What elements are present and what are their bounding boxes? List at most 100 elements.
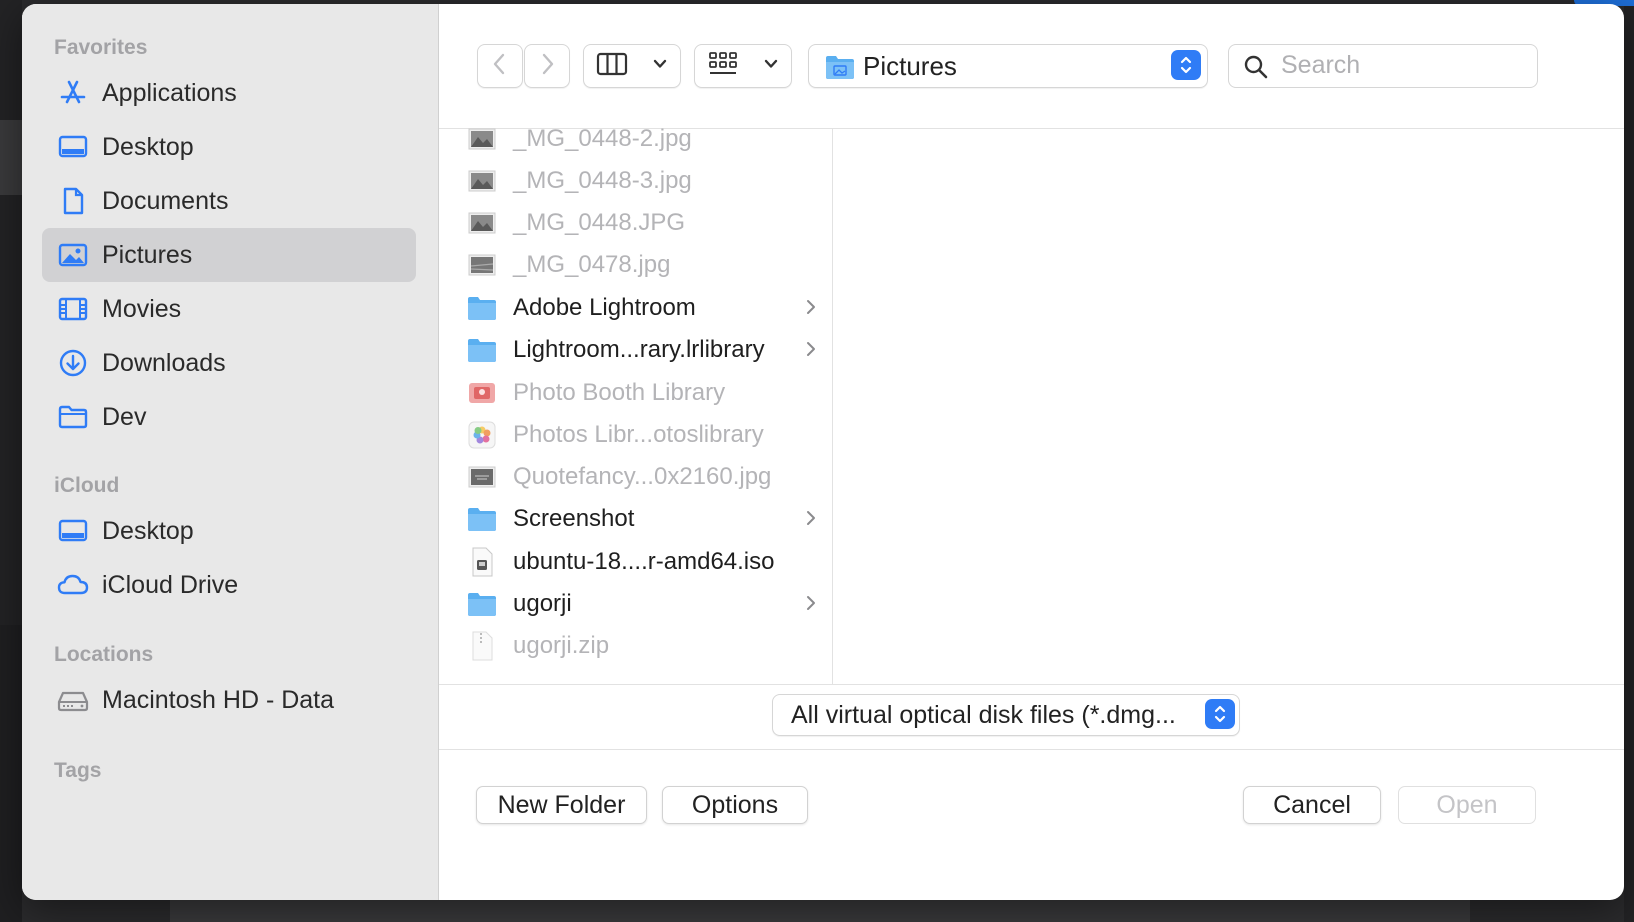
new-folder-button[interactable]: New Folder — [476, 786, 647, 824]
sidebar-item-label: Macintosh HD - Data — [102, 685, 335, 714]
current-folder-label: Pictures — [863, 51, 957, 81]
view-mode-button[interactable] — [583, 44, 681, 88]
file-row[interactable]: _MG_0478.jpg — [467, 244, 817, 286]
desktop-icon — [56, 514, 90, 548]
file-name: Photos Libr...otoslibrary — [513, 421, 764, 448]
sidebar-item-documents[interactable]: Documents — [42, 174, 416, 228]
file-name: ugorji.zip — [513, 632, 610, 659]
file-type-filter-bar: All virtual optical disk files (*.dmg... — [439, 684, 1624, 750]
chevron-right-icon — [805, 340, 817, 363]
file-row-folder[interactable]: ugorji — [467, 583, 817, 625]
chevron-left-icon — [490, 51, 510, 82]
image-file-icon — [467, 250, 497, 280]
sidebar-item-icloud-desktop[interactable]: Desktop — [42, 504, 416, 558]
sidebar-item-movies[interactable]: Movies — [42, 282, 416, 336]
folder-icon — [467, 589, 497, 619]
file-row[interactable]: Photo Booth Library — [467, 372, 817, 414]
sidebar-item-dev[interactable]: Dev — [42, 390, 416, 444]
file-row[interactable]: Photos Libr...otoslibrary — [467, 414, 817, 456]
file-name: _MG_0478.jpg — [513, 251, 671, 278]
film-icon — [56, 292, 90, 326]
back-button[interactable] — [477, 44, 523, 88]
locations-heading: Locations — [54, 643, 154, 666]
file-name: Adobe Lightroom — [513, 294, 696, 321]
chevron-right-icon — [805, 594, 817, 617]
file-name: ubuntu-18....r-amd64.iso — [513, 548, 775, 575]
file-column: _MG_0448-2.jpg _MG_0448-3.jpg _MG_0448.J… — [439, 128, 833, 684]
sidebar-item-label: Applications — [102, 78, 237, 107]
sidebar-item-label: Pictures — [102, 240, 193, 269]
location-popup[interactable]: Pictures — [808, 44, 1208, 88]
image-file-icon — [467, 128, 497, 154]
file-row[interactable]: _MG_0448-3.jpg — [467, 160, 817, 202]
forward-button[interactable] — [524, 44, 570, 88]
desktop-icon — [56, 130, 90, 164]
photo-booth-icon — [467, 378, 497, 408]
chevron-right-icon — [805, 509, 817, 532]
folder-icon — [467, 335, 497, 365]
cancel-button[interactable]: Cancel — [1243, 786, 1381, 824]
file-type-label: All virtual optical disk files (*.dmg... — [791, 701, 1176, 729]
search-field[interactable]: Search — [1228, 44, 1538, 88]
file-row[interactable]: Quotefancy...0x2160.jpg — [467, 456, 817, 498]
favorites-heading: Favorites — [54, 36, 148, 59]
popup-stepper-icon — [1205, 699, 1235, 729]
document-icon — [56, 184, 90, 218]
toolbar: Pictures Search — [439, 4, 1624, 129]
icloud-heading: iCloud — [54, 474, 120, 497]
file-row-folder[interactable]: Adobe Lightroom — [467, 287, 817, 329]
sidebar-item-label: iCloud Drive — [102, 570, 239, 599]
sidebar-item-applications[interactable]: Applications — [42, 66, 416, 120]
file-row-folder[interactable]: Screenshot — [467, 498, 817, 540]
folder-icon — [56, 400, 90, 434]
sidebar-item-downloads[interactable]: Downloads — [42, 336, 416, 390]
file-row-folder[interactable]: Lightroom...rary.lrlibrary — [467, 329, 817, 371]
sidebar-item-label: Desktop — [102, 132, 194, 161]
sidebar-item-desktop[interactable]: Desktop — [42, 120, 416, 174]
file-name: Lightroom...rary.lrlibrary — [513, 336, 765, 363]
sidebar: Favorites Applications Desktop Documents… — [22, 4, 439, 900]
pictures-folder-icon — [825, 54, 855, 85]
main-pane: Pictures Search _MG_0448-2.jpg _MG_0448-… — [439, 4, 1624, 900]
background-window-strip — [0, 120, 22, 195]
columns-view-icon — [596, 52, 628, 81]
sidebar-item-label: Downloads — [102, 348, 226, 377]
preview-pane — [833, 128, 1624, 684]
file-row[interactable]: ubuntu-18....r-amd64.iso — [467, 541, 817, 583]
search-placeholder: Search — [1281, 51, 1361, 79]
file-name: Photo Booth Library — [513, 379, 726, 406]
open-button[interactable]: Open — [1398, 786, 1536, 824]
photos-library-icon — [467, 420, 497, 450]
file-row[interactable]: ugorji.zip — [467, 625, 817, 667]
search-icon — [1243, 54, 1269, 85]
popup-stepper-icon — [1171, 50, 1201, 80]
file-name: Quotefancy...0x2160.jpg — [513, 463, 772, 490]
sidebar-item-label: Movies — [102, 294, 182, 323]
image-file-icon — [467, 166, 497, 196]
group-by-button[interactable] — [694, 44, 792, 88]
background-window-right — [1624, 0, 1634, 922]
sidebar-item-icloud-drive[interactable]: iCloud Drive — [42, 558, 416, 612]
file-type-popup[interactable]: All virtual optical disk files (*.dmg... — [772, 694, 1240, 736]
image-file-icon — [467, 462, 497, 492]
image-file-icon — [467, 208, 497, 238]
sidebar-item-label: Dev — [102, 402, 147, 431]
file-row[interactable]: _MG_0448.JPG — [467, 202, 817, 244]
zip-file-icon — [467, 631, 497, 661]
sidebar-item-pictures[interactable]: Pictures — [42, 228, 416, 282]
sidebar-item-label: Desktop — [102, 516, 194, 545]
options-button[interactable]: Options — [662, 786, 808, 824]
tags-heading: Tags — [54, 759, 102, 782]
folder-icon — [467, 504, 497, 534]
chevron-down-icon — [763, 57, 779, 75]
sidebar-item-macintosh-hd[interactable]: Macintosh HD - Data — [42, 673, 416, 727]
background-window-lower — [0, 625, 22, 922]
file-name: _MG_0448-2.jpg — [513, 128, 692, 152]
file-name: Screenshot — [513, 505, 635, 532]
file-name: ugorji — [513, 590, 572, 617]
file-name: _MG_0448.JPG — [513, 209, 686, 236]
drive-icon — [56, 683, 90, 717]
file-name: _MG_0448-3.jpg — [513, 167, 692, 194]
file-row[interactable]: _MG_0448-2.jpg — [467, 128, 817, 160]
applications-icon — [56, 76, 90, 110]
